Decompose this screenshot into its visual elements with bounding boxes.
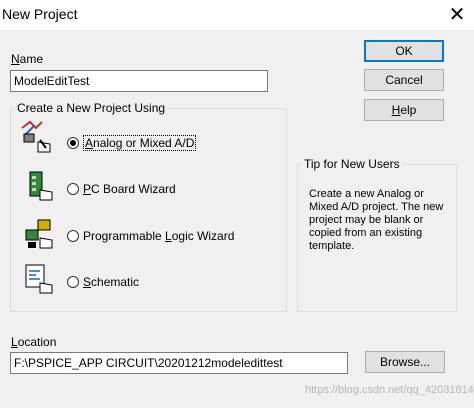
option-pc-board[interactable]: PC Board Wizard: [67, 179, 176, 199]
option-programmable-logic[interactable]: Programmable Logic Wizard: [67, 226, 234, 246]
option-analog[interactable]: Analog or Mixed A/D: [67, 133, 197, 153]
radio-analog[interactable]: [67, 137, 79, 149]
option-pc-board-label: PC Board Wizard: [83, 182, 176, 196]
option-schematic-label: Schematic: [83, 275, 140, 289]
option-programmable-logic-label: Programmable Logic Wizard: [83, 229, 235, 243]
radio-programmable-logic[interactable]: [67, 230, 79, 242]
option-analog-label: Analog or Mixed A/D: [83, 135, 197, 151]
logic-chip-icon: [25, 219, 53, 249]
location-input[interactable]: F:\PSPICE_APP CIRCUIT\20201212modeleditt…: [10, 352, 348, 374]
window-title: New Project: [2, 6, 78, 22]
schematic-sheet-icon: [25, 264, 53, 294]
location-label: Location: [11, 335, 57, 349]
help-button[interactable]: Help: [364, 99, 444, 121]
browse-button[interactable]: Browse...: [365, 351, 445, 373]
ok-button[interactable]: OK: [364, 40, 444, 62]
radio-schematic[interactable]: [67, 276, 79, 288]
pcb-board-icon: [29, 171, 53, 201]
close-icon[interactable]: ✕: [444, 2, 470, 28]
name-label: Name: [11, 52, 44, 66]
analog-probe-icon: [21, 120, 51, 153]
project-type-group-title: Create a New Project Using: [15, 101, 168, 115]
tip-text: Create a new Analog or Mixed A/D project…: [309, 188, 444, 252]
title-bar: New Project ✕: [0, 0, 474, 31]
tip-title: Tip for New Users: [302, 157, 402, 171]
radio-pc-board[interactable]: [67, 183, 79, 195]
watermark-text: https://blog.csdn.net/qq_42031814: [305, 384, 474, 396]
option-schematic[interactable]: Schematic: [67, 272, 139, 292]
cancel-button[interactable]: Cancel: [364, 69, 444, 91]
name-input[interactable]: ModelEditTest: [10, 70, 268, 92]
